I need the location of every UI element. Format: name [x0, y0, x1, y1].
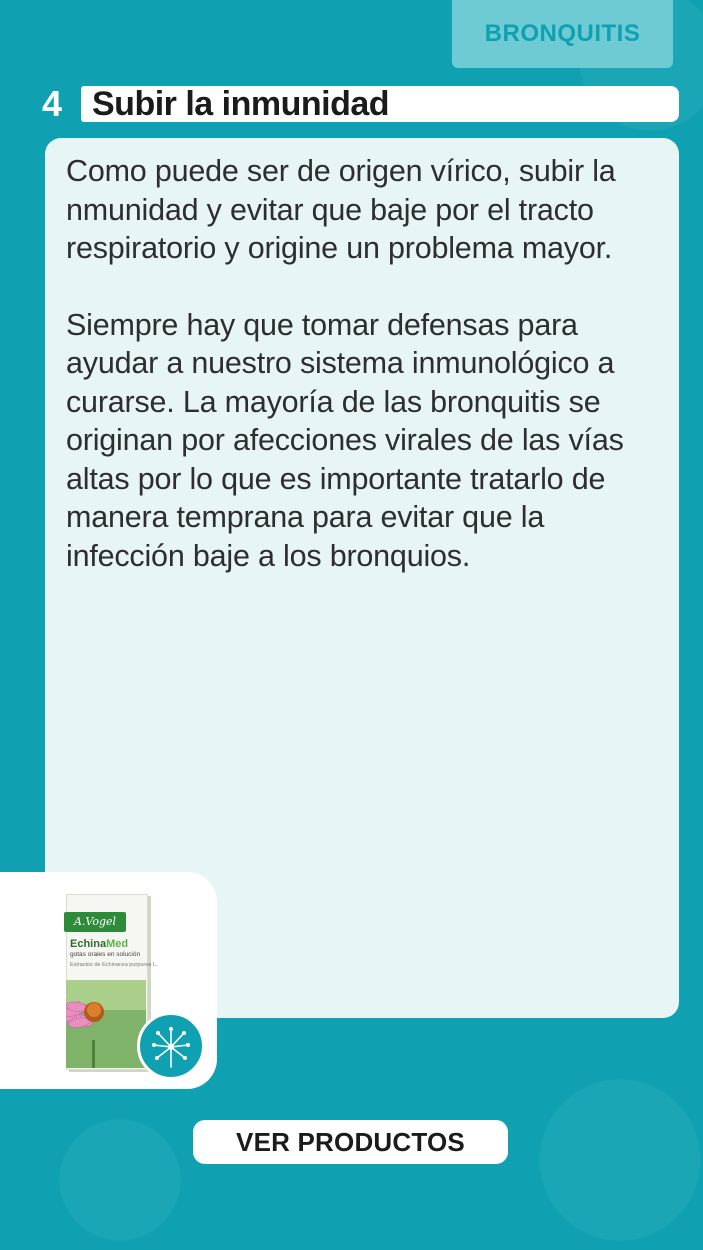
product-name-part1: Echina [70, 938, 107, 950]
category-tag: BRONQUITIS [452, 0, 673, 68]
content-text: Como puede ser de origen vírico, subir l… [66, 152, 666, 575]
product-brand-logo: A.Vogel [64, 912, 126, 932]
dandelion-icon [137, 1012, 205, 1080]
product-name: EchinaMed [70, 938, 128, 950]
section-title: Subir la inmunidad [92, 85, 390, 123]
view-products-button[interactable]: VER PRODUCTOS [193, 1120, 508, 1164]
section-number: 4 [42, 83, 63, 124]
content-paragraph: Como puede ser de origen vírico, subir l… [66, 154, 616, 265]
content-paragraph: Siempre hay que tomar defensas para ayud… [66, 307, 624, 573]
product-name-part2: Med [106, 938, 129, 950]
product-subtitle: gotas orales en solución [70, 951, 141, 958]
product-extract: Extractos de Echinacea purpurea L. [70, 962, 158, 968]
echinacea-flower-image [66, 980, 146, 1068]
section-heading: 4 Subir la inmunidad [42, 84, 679, 124]
